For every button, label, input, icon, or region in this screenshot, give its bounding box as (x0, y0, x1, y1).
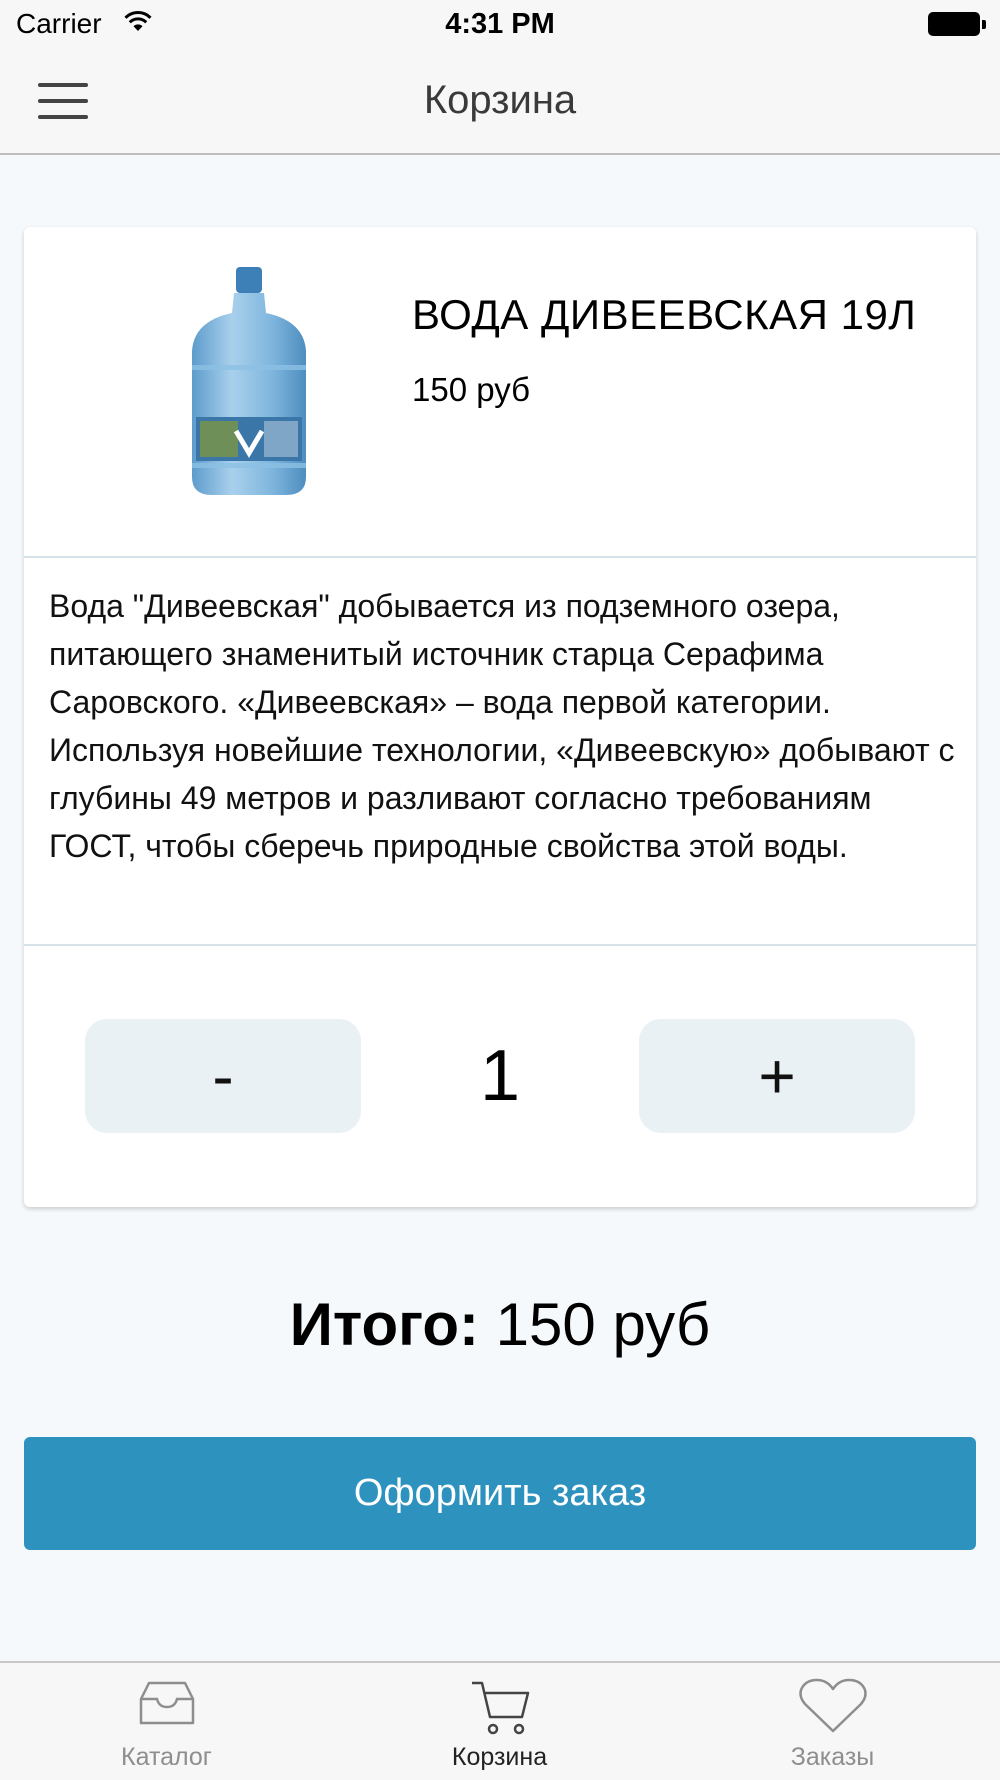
battery-icon (928, 12, 986, 38)
product-price: 150 руб (412, 371, 530, 408)
tab-bar: Каталог Корзина Заказы (0, 1661, 1000, 1780)
tab-label: Корзина (451, 1743, 548, 1771)
cart-item-card: ВОДА ДИВЕЕВСКАЯ 19Л 150 руб Вода "Дивеев… (24, 227, 976, 1207)
increment-button[interactable]: + (639, 1019, 915, 1133)
order-total: Итого: 150 руб (0, 1290, 1000, 1359)
divider (24, 944, 976, 946)
product-name: ВОДА ДИВЕЕВСКАЯ 19Л (412, 291, 917, 338)
product-description: Вода "Дивеевская" добывается из подземно… (49, 588, 955, 864)
total-value: 150 руб (495, 1291, 711, 1358)
page-title: Корзина (423, 78, 577, 122)
clock: 4:31 PM (445, 8, 555, 40)
status-bar: Carrier 4:31 PM (0, 0, 1000, 50)
divider (24, 556, 976, 558)
total-label: Итого: (289, 1291, 479, 1358)
tab-catalog[interactable]: Каталог (0, 1663, 333, 1780)
tab-cart[interactable]: Корзина (333, 1663, 666, 1780)
tab-orders[interactable]: Заказы (666, 1663, 999, 1780)
inbox-tray-icon (139, 1681, 194, 1725)
checkout-button[interactable]: Оформить заказ (24, 1437, 976, 1550)
tab-label: Заказы (790, 1743, 875, 1771)
navigation-bar: Корзина (0, 50, 1000, 155)
water-bottle-image (192, 267, 306, 495)
heart-icon (798, 1678, 867, 1733)
tab-label: Каталог (121, 1743, 212, 1771)
cart-icon (471, 1681, 529, 1735)
